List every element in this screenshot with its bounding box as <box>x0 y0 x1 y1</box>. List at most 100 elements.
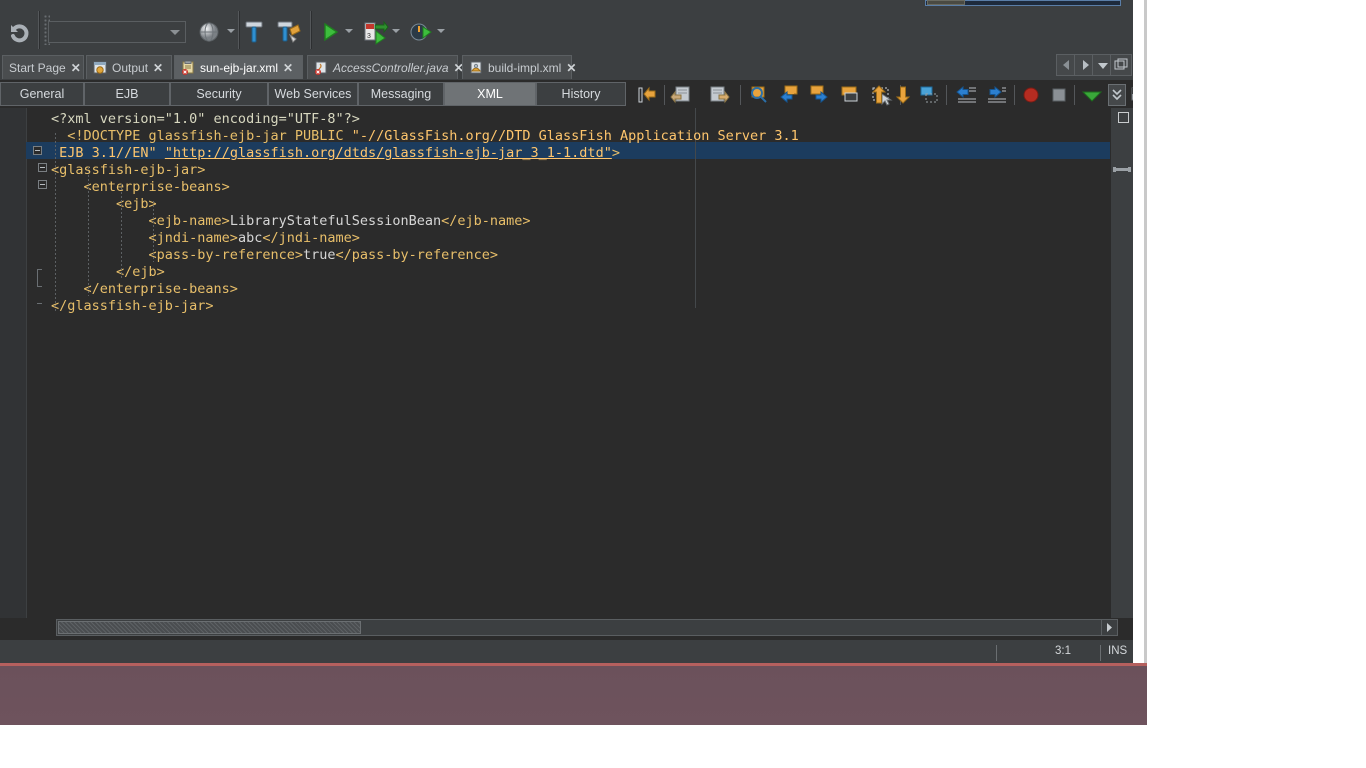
toolbar-separator <box>1074 85 1075 105</box>
code-token: > <box>611 145 620 161</box>
fold-toggle-icon[interactable] <box>33 146 42 155</box>
horizontal-scrollbar[interactable] <box>56 619 1118 636</box>
refresh-icon[interactable] <box>8 21 32 45</box>
code-line[interactable]: <ejb> <box>51 196 157 213</box>
output-icon <box>93 61 107 75</box>
code-line[interactable]: EJB 3.1//EN" "http://glassfish.org/dtds/… <box>51 145 620 162</box>
code-line[interactable]: <!DOCTYPE glassfish-ejb-jar PUBLIC "-//G… <box>51 128 799 145</box>
code-token: "http://glassfish.org/dtds/glassfish-ejb… <box>164 145 612 161</box>
code-line[interactable]: <?xml version="1.0" encoding="UTF-8"?> <box>51 111 360 128</box>
tab-history[interactable]: History <box>536 82 626 106</box>
build-project-button[interactable] <box>242 19 266 45</box>
document-tab-bar: Start Page ✕ Output ✕ sun-ejb-jar.xml ✕ … <box>0 52 1133 81</box>
profile-project-button[interactable] <box>408 19 434 45</box>
debug-project-button[interactable]: 3 <box>362 19 390 45</box>
document-tab-start-page[interactable]: Start Page ✕ <box>2 55 84 79</box>
tab-general[interactable]: General <box>0 82 84 106</box>
globe-button[interactable] <box>196 19 224 45</box>
code-line[interactable]: </glassfish-ejb-jar> <box>51 298 214 315</box>
toolbar-separator <box>1014 85 1015 105</box>
run-project-button[interactable] <box>318 19 342 45</box>
code-token: abc <box>237 230 263 246</box>
toggle-bookmark-button[interactable] <box>918 84 942 106</box>
close-icon[interactable]: ✕ <box>566 62 576 74</box>
document-tab-build-impl-xml[interactable]: build-impl.xml ✕ <box>462 55 576 79</box>
code-line[interactable]: </enterprise-beans> <box>51 281 238 298</box>
shift-right-button[interactable] <box>984 84 1010 106</box>
expand-all-button[interactable] <box>1108 84 1126 106</box>
tab-messaging[interactable]: Messaging <box>358 82 444 106</box>
document-tab-accesscontroller-java[interactable]: AccessController.java ✕ <box>307 55 464 79</box>
code-line[interactable]: <jndi-name>abc</jndi-name> <box>51 230 360 247</box>
tab-ejb[interactable]: EJB <box>84 82 170 106</box>
project-configuration-combo[interactable] <box>48 21 186 43</box>
toggle-highlight-button[interactable] <box>838 84 864 106</box>
line-number-gutter <box>0 108 27 618</box>
document-tab-sun-ejb-jar-xml[interactable]: sun-ejb-jar.xml ✕ <box>174 55 303 79</box>
debug-dropdown-caret-icon[interactable] <box>392 29 400 33</box>
code-token: <!DOCTYPE glassfish-ejb-jar PUBLIC <box>51 128 352 144</box>
tab-label: Web Services <box>274 87 352 101</box>
code-token: <?xml version="1.0" encoding="UTF-8"?> <box>51 111 360 127</box>
previous-bookmark-button[interactable] <box>868 84 892 106</box>
scroll-right-arrow[interactable] <box>1101 619 1118 636</box>
annotation-status-icon <box>1118 112 1129 123</box>
code-line[interactable]: <ejb-name>LibraryStatefulSessionBean</ej… <box>51 213 531 230</box>
comment-button[interactable] <box>1080 84 1106 106</box>
run-dropdown-caret-icon[interactable] <box>345 29 353 33</box>
toolbar-separator <box>664 85 665 105</box>
status-divider <box>1100 645 1101 661</box>
toolbar-separator <box>310 11 312 49</box>
forward-button[interactable] <box>708 84 732 106</box>
find-previous-button[interactable] <box>778 84 802 106</box>
indent-guide <box>88 167 89 296</box>
shift-left-button[interactable] <box>954 84 980 106</box>
code-line[interactable]: </ejb> <box>51 264 165 281</box>
stop-macro-recording-button[interactable] <box>1048 84 1072 106</box>
start-macro-recording-button[interactable] <box>1020 84 1044 106</box>
tab-xml[interactable]: XML <box>444 82 536 106</box>
code-token: </enterprise-beans> <box>51 281 238 297</box>
code-token: LibraryStatefulSessionBean <box>229 213 442 229</box>
caret-position-mark <box>1113 167 1131 172</box>
close-icon[interactable]: ✕ <box>283 62 293 74</box>
maximize-button[interactable] <box>1110 54 1132 76</box>
next-bookmark-button[interactable] <box>892 84 916 106</box>
tab-web-services[interactable]: Web Services <box>268 82 358 106</box>
indent-guide <box>153 201 154 262</box>
code-editor[interactable]: 123456789101112 <?xml version="1.0" enco… <box>0 108 1133 618</box>
tab-label: History <box>561 87 601 101</box>
code-token: <enterprise-beans> <box>51 179 230 195</box>
find-selection-button[interactable] <box>748 84 772 106</box>
main-toolbar: 3 <box>0 7 1133 53</box>
last-edit-button[interactable] <box>636 84 660 106</box>
code-token: </jndi-name> <box>262 230 360 246</box>
error-stripe[interactable] <box>1110 108 1133 618</box>
code-token: <ejb-name> <box>51 213 230 229</box>
document-tab-label: Output <box>112 60 149 75</box>
find-next-button[interactable] <box>808 84 832 106</box>
profile-dropdown-caret-icon[interactable] <box>437 29 445 33</box>
close-icon[interactable]: ✕ <box>71 62 81 74</box>
code-token: EJB 3.1//EN" <box>51 145 165 161</box>
code-line[interactable]: <glassfish-ejb-jar> <box>51 162 205 179</box>
chevron-down-icon <box>170 30 180 35</box>
code-line[interactable]: <enterprise-beans> <box>51 179 230 196</box>
fold-toggle-icon[interactable] <box>38 180 47 189</box>
scrollbar-thumb[interactable] <box>58 621 361 634</box>
tab-security[interactable]: Security <box>170 82 268 106</box>
globe-dropdown-caret-icon[interactable] <box>227 29 235 33</box>
document-tab-output[interactable]: Output ✕ <box>86 55 172 79</box>
code-token: <jndi-name> <box>51 230 238 246</box>
fold-toggle-icon[interactable] <box>38 163 47 172</box>
menu-bar-strip <box>0 0 1133 7</box>
toolbar-separator <box>38 11 40 49</box>
netbeans-ide-window: 3 Start Page ✕ Output ✕ sun-ejb-jar.xml … <box>0 0 1133 668</box>
menu-bar-button[interactable] <box>927 0 965 5</box>
close-icon[interactable]: ✕ <box>153 62 163 74</box>
code-line[interactable]: <pass-by-reference>true</pass-by-referen… <box>51 247 499 264</box>
clean-and-build-project-button[interactable] <box>276 19 302 45</box>
fold-end <box>37 269 42 270</box>
back-button[interactable] <box>670 84 694 106</box>
document-tab-label: Start Page <box>9 60 66 75</box>
